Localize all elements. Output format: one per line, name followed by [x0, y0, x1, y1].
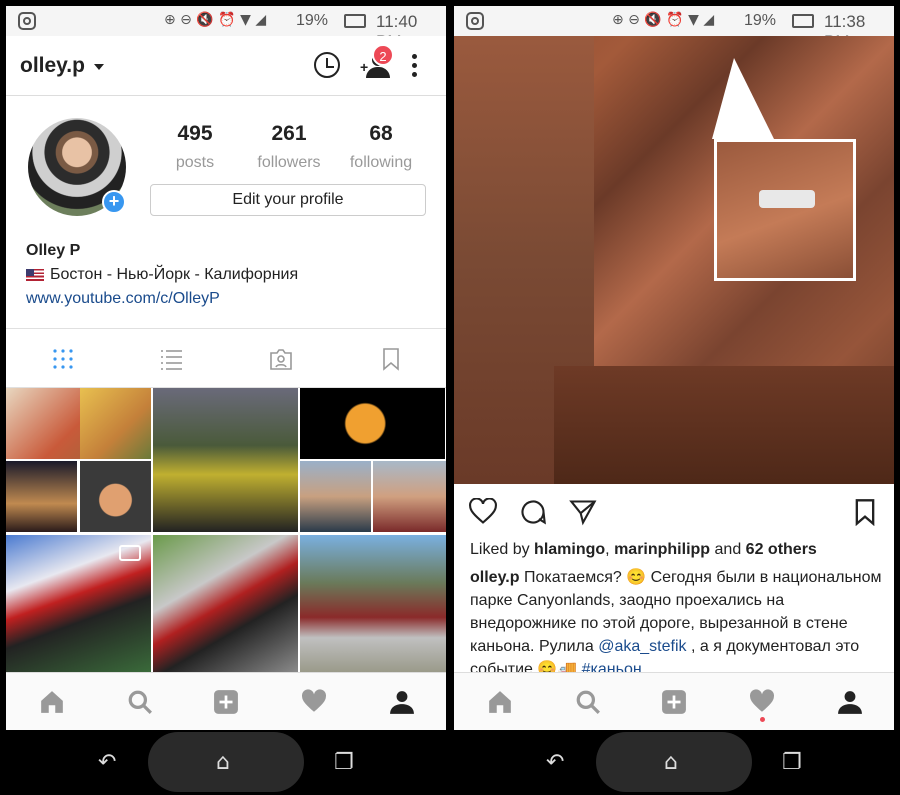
back-icon[interactable]: ↶ — [546, 750, 564, 775]
profile-tabs — [6, 328, 446, 388]
liked-user-link[interactable]: hlamingo — [534, 541, 605, 558]
username-switcher[interactable]: olley.p — [20, 54, 85, 78]
bio-text: Бостон - Нью-Йорк - Калифорния — [50, 266, 299, 283]
likes-prefix: Liked by — [470, 541, 530, 558]
system-nav-bar: ↶ ⌂ ❐ — [454, 730, 894, 795]
profile-icon[interactable] — [836, 689, 864, 715]
battery-text: 19% — [744, 12, 777, 29]
activity-dot — [760, 717, 765, 722]
more-options-icon[interactable] — [412, 54, 418, 80]
photo-grid — [6, 388, 446, 672]
home-icon[interactable] — [38, 689, 66, 715]
profile-icon[interactable] — [388, 689, 416, 715]
left-phone-screen: ⊕ ⊖ 🔇 ⏰ ▼ ◢ 19% 11:40 PM olley.p + 2 + 4… — [6, 0, 446, 795]
profile-screen: olley.p + 2 + 495 posts 261 followers 68… — [6, 36, 446, 672]
caption-author-link[interactable]: olley.p — [470, 569, 520, 586]
grid-video[interactable] — [6, 535, 151, 672]
likes-separator: , — [605, 541, 610, 558]
heart-icon[interactable] — [300, 689, 328, 715]
posts-label: posts — [175, 154, 215, 171]
followers-label: followers — [257, 154, 321, 171]
status-bar: ⊕ ⊖ 🔇 ⏰ ▼ ◢ 19% 11:38 PM — [454, 6, 894, 51]
bottom-nav — [454, 672, 894, 730]
grid-photo[interactable] — [300, 388, 445, 459]
add-icon[interactable] — [212, 689, 240, 715]
tagged-icon[interactable] — [268, 347, 294, 371]
add-story-icon[interactable]: + — [102, 190, 126, 214]
bookmark-icon[interactable] — [850, 498, 880, 526]
zoom-inset — [714, 139, 856, 281]
home-outline-icon[interactable]: ⌂ — [216, 750, 230, 775]
post-actions — [454, 484, 894, 540]
likes-others-link[interactable]: 62 others — [746, 541, 817, 558]
add-icon[interactable] — [660, 689, 688, 715]
grid-photo[interactable] — [153, 535, 298, 672]
comment-icon[interactable] — [518, 498, 548, 526]
system-nav-bar: ↶ ⌂ ❐ — [6, 730, 446, 795]
battery-icon — [792, 14, 814, 28]
likes-and: and — [714, 541, 742, 558]
notification-badge: 2 — [372, 44, 394, 66]
grid-photo[interactable] — [6, 461, 77, 532]
search-icon[interactable] — [126, 689, 154, 715]
grid-photo[interactable] — [153, 388, 298, 532]
car-shape — [759, 190, 815, 208]
grid-photo[interactable] — [80, 388, 151, 459]
grid-photo[interactable] — [300, 461, 371, 532]
status-bar: ⊕ ⊖ 🔇 ⏰ ▼ ◢ 19% 11:40 PM — [6, 6, 446, 51]
hashtag-link[interactable]: #каньон — [582, 661, 642, 672]
posts-stat[interactable]: 495 posts — [150, 122, 240, 172]
likes-line: Liked by hlamingo, marinphilipp and 62 o… — [470, 541, 817, 559]
battery-text: 19% — [296, 12, 329, 29]
grid-icon[interactable] — [50, 347, 76, 371]
posts-count: 495 — [177, 122, 213, 145]
right-phone-screen: ⊕ ⊖ 🔇 ⏰ ▼ ◢ 19% 11:38 PM Liked by hlamin… — [454, 0, 894, 795]
saved-icon[interactable] — [378, 347, 404, 371]
back-icon[interactable]: ↶ — [98, 750, 116, 775]
status-icons: ⊕ ⊖ 🔇 ⏰ ▼ ◢ — [164, 12, 267, 28]
share-icon[interactable] — [568, 498, 598, 526]
followers-count: 261 — [271, 122, 307, 145]
recents-icon[interactable]: ❐ — [334, 750, 354, 775]
video-icon — [119, 545, 141, 561]
grid-photo[interactable] — [300, 535, 446, 672]
post-caption: olley.p Покатаемся? 😊 Сегодня были в нац… — [470, 566, 882, 672]
archive-icon[interactable] — [314, 52, 340, 78]
us-flag-icon — [26, 268, 44, 281]
instagram-icon — [466, 12, 484, 30]
edit-profile-button[interactable]: Edit your profile — [150, 184, 426, 216]
post-screen: Liked by hlamingo, marinphilipp and 62 o… — [454, 36, 894, 672]
chevron-down-icon[interactable] — [94, 64, 104, 70]
profile-link[interactable]: www.youtube.com/c/OlleyP — [26, 290, 220, 308]
following-stat[interactable]: 68 following — [336, 122, 426, 172]
followers-stat[interactable]: 261 followers — [244, 122, 334, 172]
battery-icon — [344, 14, 366, 28]
following-count: 68 — [369, 122, 393, 145]
mention-link[interactable]: @aka_stefik — [598, 638, 686, 655]
profile-header: olley.p + 2 — [6, 36, 446, 96]
home-icon[interactable] — [486, 689, 514, 715]
home-outline-icon[interactable]: ⌂ — [664, 750, 678, 775]
grid-photo[interactable] — [373, 461, 446, 532]
bottom-nav — [6, 672, 446, 730]
recents-icon[interactable]: ❐ — [782, 750, 802, 775]
profile-bio: Бостон - Нью-Йорк - Калифорния — [26, 266, 298, 284]
heart-icon[interactable] — [748, 689, 776, 715]
instagram-icon — [18, 12, 36, 30]
following-label: following — [349, 154, 413, 171]
search-icon[interactable] — [574, 689, 602, 715]
like-heart-icon[interactable] — [468, 498, 498, 526]
status-icons: ⊕ ⊖ 🔇 ⏰ ▼ ◢ — [612, 12, 715, 28]
grid-photo[interactable] — [80, 461, 151, 532]
profile-name: Olley P — [26, 242, 81, 259]
post-photo[interactable] — [454, 36, 894, 484]
list-icon[interactable] — [158, 347, 184, 371]
liked-user-link[interactable]: marinphilipp — [614, 541, 710, 558]
